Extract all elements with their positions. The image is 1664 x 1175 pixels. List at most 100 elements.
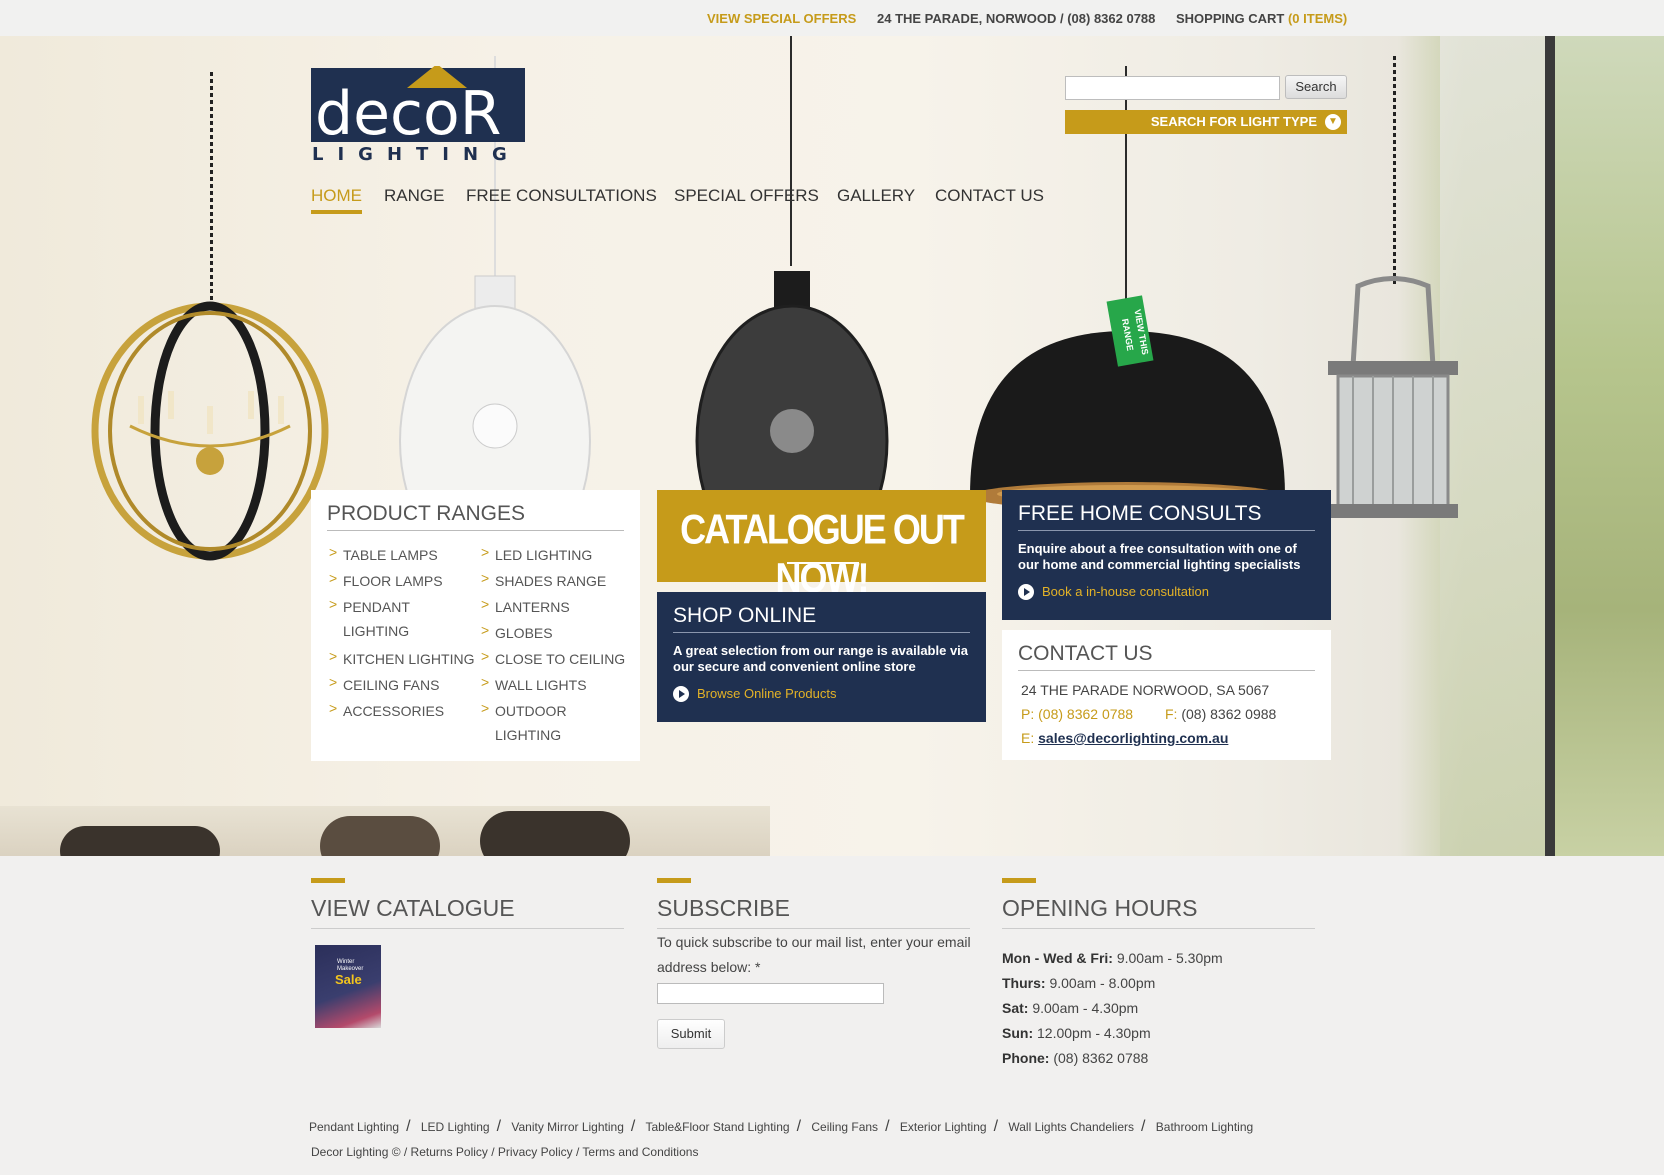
footer-copyright[interactable]: Decor Lighting © / Returns Policy / Priv…: [311, 1145, 698, 1159]
range-ceiling-fans[interactable]: CEILING FANS: [329, 673, 439, 694]
cart-label: SHOPPING CART: [1176, 11, 1285, 26]
nav-special-offers[interactable]: SPECIAL OFFERS: [674, 186, 819, 206]
contact-title: CONTACT US: [1018, 642, 1315, 671]
subscribe-desc: To quick subscribe to our mail list, ent…: [657, 934, 971, 975]
orb-chandelier-image: [91, 301, 329, 561]
decor-lighting-logo[interactable]: decoR LIGHTING: [311, 66, 525, 162]
contact-panel: CONTACT US 24 THE PARADE NORWOOD, SA 506…: [1002, 630, 1331, 760]
nav-contact-us[interactable]: CONTACT US: [935, 186, 1044, 206]
range-pendant-lighting[interactable]: PENDANT: [329, 595, 410, 616]
hours-row: Sun: 12.00pm - 4.30pm: [1002, 1025, 1151, 1041]
section-accent: [1002, 878, 1036, 883]
banner-divider: [787, 562, 859, 564]
hours-time: 12.00pm - 4.30pm: [1037, 1025, 1151, 1041]
phone-label: P:: [1021, 706, 1035, 722]
cart-count: (0 ITEMS): [1287, 11, 1348, 26]
hours-day: Thurs:: [1002, 975, 1046, 991]
thumb-sale: Sale: [335, 972, 362, 987]
footer-link[interactable]: Bathroom Lighting: [1156, 1120, 1253, 1134]
hours-day: Phone:: [1002, 1050, 1050, 1066]
nav-range[interactable]: RANGE: [384, 186, 444, 206]
hours-row: Sat: 9.00am - 4.30pm: [1002, 1000, 1138, 1016]
range-floor-lamps[interactable]: FLOOR LAMPS: [329, 569, 443, 590]
shop-online-desc: A great selection from our range is avai…: [673, 643, 969, 674]
free-consults-desc: Enquire about a free consultation with o…: [1018, 541, 1301, 572]
hours-day: Mon - Wed & Fri:: [1002, 950, 1113, 966]
browse-online-link[interactable]: Browse Online Products: [673, 685, 970, 703]
catalogue-banner[interactable]: CATALOGUE OUT NOW!: [657, 490, 986, 601]
range-outdoor-lighting-line2[interactable]: LIGHTING: [495, 726, 561, 744]
nav-free-consultations[interactable]: FREE CONSULTATIONS: [466, 186, 657, 206]
book-consultation-link[interactable]: Book a in-house consultation: [1018, 583, 1315, 601]
black-mesh-pendant-image: [695, 271, 889, 526]
hours-time: 9.00am - 8.00pm: [1049, 975, 1156, 991]
section-accent: [311, 878, 345, 883]
footer-link[interactable]: Pendant Lighting: [309, 1120, 399, 1134]
search-button[interactable]: Search: [1285, 75, 1347, 99]
subscribe-title: SUBSCRIBE: [657, 895, 970, 929]
product-ranges-panel: PRODUCT RANGES TABLE LAMPS FLOOR LAMPS P…: [311, 490, 640, 761]
address-phone: 24 THE PARADE, NORWOOD / (08) 8362 0788: [877, 11, 1156, 26]
logo-text: decoR: [315, 79, 501, 149]
lamp-chain: [1393, 56, 1396, 286]
subscribe-email-input[interactable]: [657, 983, 884, 1004]
chevron-down-icon: ▼: [1325, 114, 1341, 130]
range-close-to-ceiling[interactable]: CLOSE TO CEILING: [481, 647, 625, 668]
footer-link[interactable]: LED Lighting: [421, 1120, 490, 1134]
range-pendant-lighting-line2[interactable]: LIGHTING: [343, 622, 409, 640]
range-accessories[interactable]: ACCESSORIES: [329, 699, 444, 720]
contact-email: E: sales@decorlighting.com.au: [1021, 730, 1228, 746]
logo-sub: LIGHTING: [312, 144, 521, 162]
hours-row: Thurs: 9.00am - 8.00pm: [1002, 975, 1155, 991]
pillow: [320, 816, 440, 856]
range-wall-lights[interactable]: WALL LIGHTS: [481, 673, 587, 694]
lamp-cord: [1125, 66, 1127, 326]
hours-row: Mon - Wed & Fri: 9.00am - 5.30pm: [1002, 950, 1223, 966]
special-offers-link[interactable]: VIEW SPECIAL OFFERS: [707, 11, 856, 26]
shop-online-title: SHOP ONLINE: [673, 604, 970, 633]
footer-link[interactable]: Ceiling Fans: [811, 1120, 878, 1134]
white-mesh-pendant-image: [399, 275, 591, 526]
contact-phone: P: (08) 8362 0788: [1021, 706, 1133, 722]
footer-link[interactable]: Exterior Lighting: [900, 1120, 987, 1134]
email-label: E:: [1021, 730, 1035, 746]
hours-day: Sun:: [1002, 1025, 1034, 1041]
range-shades[interactable]: SHADES RANGE: [481, 569, 606, 590]
book-consultation-label: Book a in-house consultation: [1042, 584, 1209, 599]
nav-gallery[interactable]: GALLERY: [837, 186, 915, 206]
hours-time: 9.00am - 4.30pm: [1032, 1000, 1139, 1016]
product-ranges-title: PRODUCT RANGES: [327, 502, 624, 531]
subscribe-submit-button[interactable]: Submit: [657, 1019, 725, 1049]
search-light-type-dropdown[interactable]: SEARCH FOR LIGHT TYPE ▼: [1065, 110, 1347, 134]
lamp-cord: [790, 36, 792, 266]
lamp-chain: [210, 72, 213, 302]
view-catalogue-title: VIEW CATALOGUE: [311, 895, 624, 929]
range-globes[interactable]: GLOBES: [481, 621, 553, 642]
range-led-lighting[interactable]: LED LIGHTING: [481, 543, 592, 564]
light-type-label: SEARCH FOR LIGHT TYPE: [1150, 114, 1317, 129]
phone-value[interactable]: (08) 8362 0788: [1038, 706, 1133, 722]
top-bar: VIEW SPECIAL OFFERS 24 THE PARADE, NORWO…: [0, 0, 1664, 36]
range-outdoor-lighting[interactable]: OUTDOOR: [481, 699, 567, 720]
play-icon: [673, 685, 689, 702]
shopping-cart-link[interactable]: SHOPPING CART (0 ITEMS): [1176, 11, 1347, 26]
nav-home[interactable]: HOME: [311, 186, 362, 214]
play-icon: [1018, 583, 1034, 600]
range-lanterns[interactable]: LANTERNS: [481, 595, 570, 616]
footer-link[interactable]: Wall Lights Chandeliers: [1008, 1120, 1134, 1134]
contact-fax: F: (08) 8362 0988: [1165, 706, 1276, 722]
email-link[interactable]: sales@decorlighting.com.au: [1038, 730, 1228, 746]
catalogue-thumbnail[interactable]: Winter Makeover Sale: [315, 945, 381, 1028]
pillow: [480, 811, 630, 856]
hours-row: Phone: (08) 8362 0788: [1002, 1050, 1148, 1066]
footer-link[interactable]: Table&Floor Stand Lighting: [645, 1120, 789, 1134]
fax-label: F:: [1165, 706, 1178, 722]
footer-link[interactable]: Vanity Mirror Lighting: [511, 1120, 624, 1134]
range-table-lamps[interactable]: TABLE LAMPS: [329, 543, 438, 564]
hours-time: (08) 8362 0788: [1053, 1050, 1149, 1066]
search-input[interactable]: [1065, 76, 1280, 100]
catalogue-banner-text: CATALOGUE OUT NOW!: [680, 505, 965, 602]
footer-links: Pendant Lighting / LED Lighting / Vanity M…: [309, 1118, 1254, 1135]
range-kitchen-lighting[interactable]: KITCHEN LIGHTING: [329, 647, 474, 668]
shop-online-panel: SHOP ONLINE A great selection from our r…: [657, 592, 986, 722]
